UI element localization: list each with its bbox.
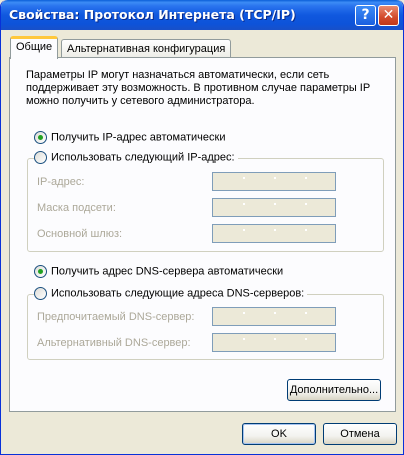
- radio-ip-auto-indicator[interactable]: [34, 131, 47, 144]
- help-icon: ?: [361, 7, 370, 23]
- radio-dns-auto[interactable]: Получить адрес DNS-сервера автоматически: [34, 265, 283, 279]
- radio-dns-auto-indicator[interactable]: [34, 265, 47, 278]
- ip-address-input[interactable]: [212, 172, 336, 191]
- cancel-button[interactable]: Отмена: [323, 423, 397, 445]
- radio-ip-manual-indicator[interactable]: [34, 151, 47, 164]
- ip-address-label: IP-адрес:: [37, 176, 85, 188]
- radio-dns-auto-label: Получить адрес DNS-сервера автоматически: [51, 265, 284, 278]
- radio-dns-manual[interactable]: Использовать следующие адреса DNS-сервер…: [34, 287, 308, 301]
- tab-panel-general: Параметры IP могут назначаться автоматич…: [9, 57, 396, 412]
- alternate-dns-input[interactable]: [212, 333, 336, 352]
- radio-dns-manual-label: Использовать следующие адреса DNS-сервер…: [51, 287, 305, 300]
- close-button[interactable]: ✕: [378, 5, 399, 26]
- window-title: Свойства: Протокол Интернета (TCP/IP): [9, 7, 296, 22]
- subnet-mask-label: Маска подсети:: [37, 202, 116, 214]
- advanced-button[interactable]: Дополнительно...: [287, 379, 381, 401]
- close-icon: ✕: [382, 7, 395, 23]
- help-button[interactable]: ?: [355, 5, 376, 26]
- dialog-window: Свойства: Протокол Интернета (TCP/IP) ? …: [0, 0, 404, 455]
- tab-general-label: Общие: [16, 41, 53, 53]
- radio-ip-auto-label: Получить IP-адрес автоматически: [51, 131, 226, 144]
- default-gateway-label: Основной шлюз:: [37, 228, 123, 240]
- preferred-dns-label: Предпочитаемый DNS-сервер:: [37, 311, 195, 323]
- alternate-dns-label: Альтернативный DNS-сервер:: [37, 337, 191, 349]
- radio-ip-auto[interactable]: Получить IP-адрес автоматически: [34, 131, 225, 145]
- subnet-mask-input[interactable]: [212, 198, 336, 217]
- radio-dns-manual-indicator[interactable]: [34, 287, 47, 300]
- ok-button[interactable]: OK: [242, 423, 316, 445]
- preferred-dns-input[interactable]: [212, 307, 336, 326]
- tab-alternate-config[interactable]: Альтернативная конфигурация: [61, 39, 232, 59]
- radio-ip-manual-label: Использовать следующий IP-адрес:: [51, 151, 235, 164]
- description-text: Параметры IP могут назначаться автоматич…: [26, 69, 370, 107]
- tab-alternate-config-label: Альтернативная конфигурация: [67, 43, 226, 55]
- default-gateway-input[interactable]: [212, 224, 336, 243]
- title-bar[interactable]: Свойства: Протокол Интернета (TCP/IP) ? …: [1, 0, 403, 30]
- tab-general[interactable]: Общие: [10, 36, 59, 59]
- radio-ip-manual[interactable]: Использовать следующий IP-адрес:: [34, 151, 238, 165]
